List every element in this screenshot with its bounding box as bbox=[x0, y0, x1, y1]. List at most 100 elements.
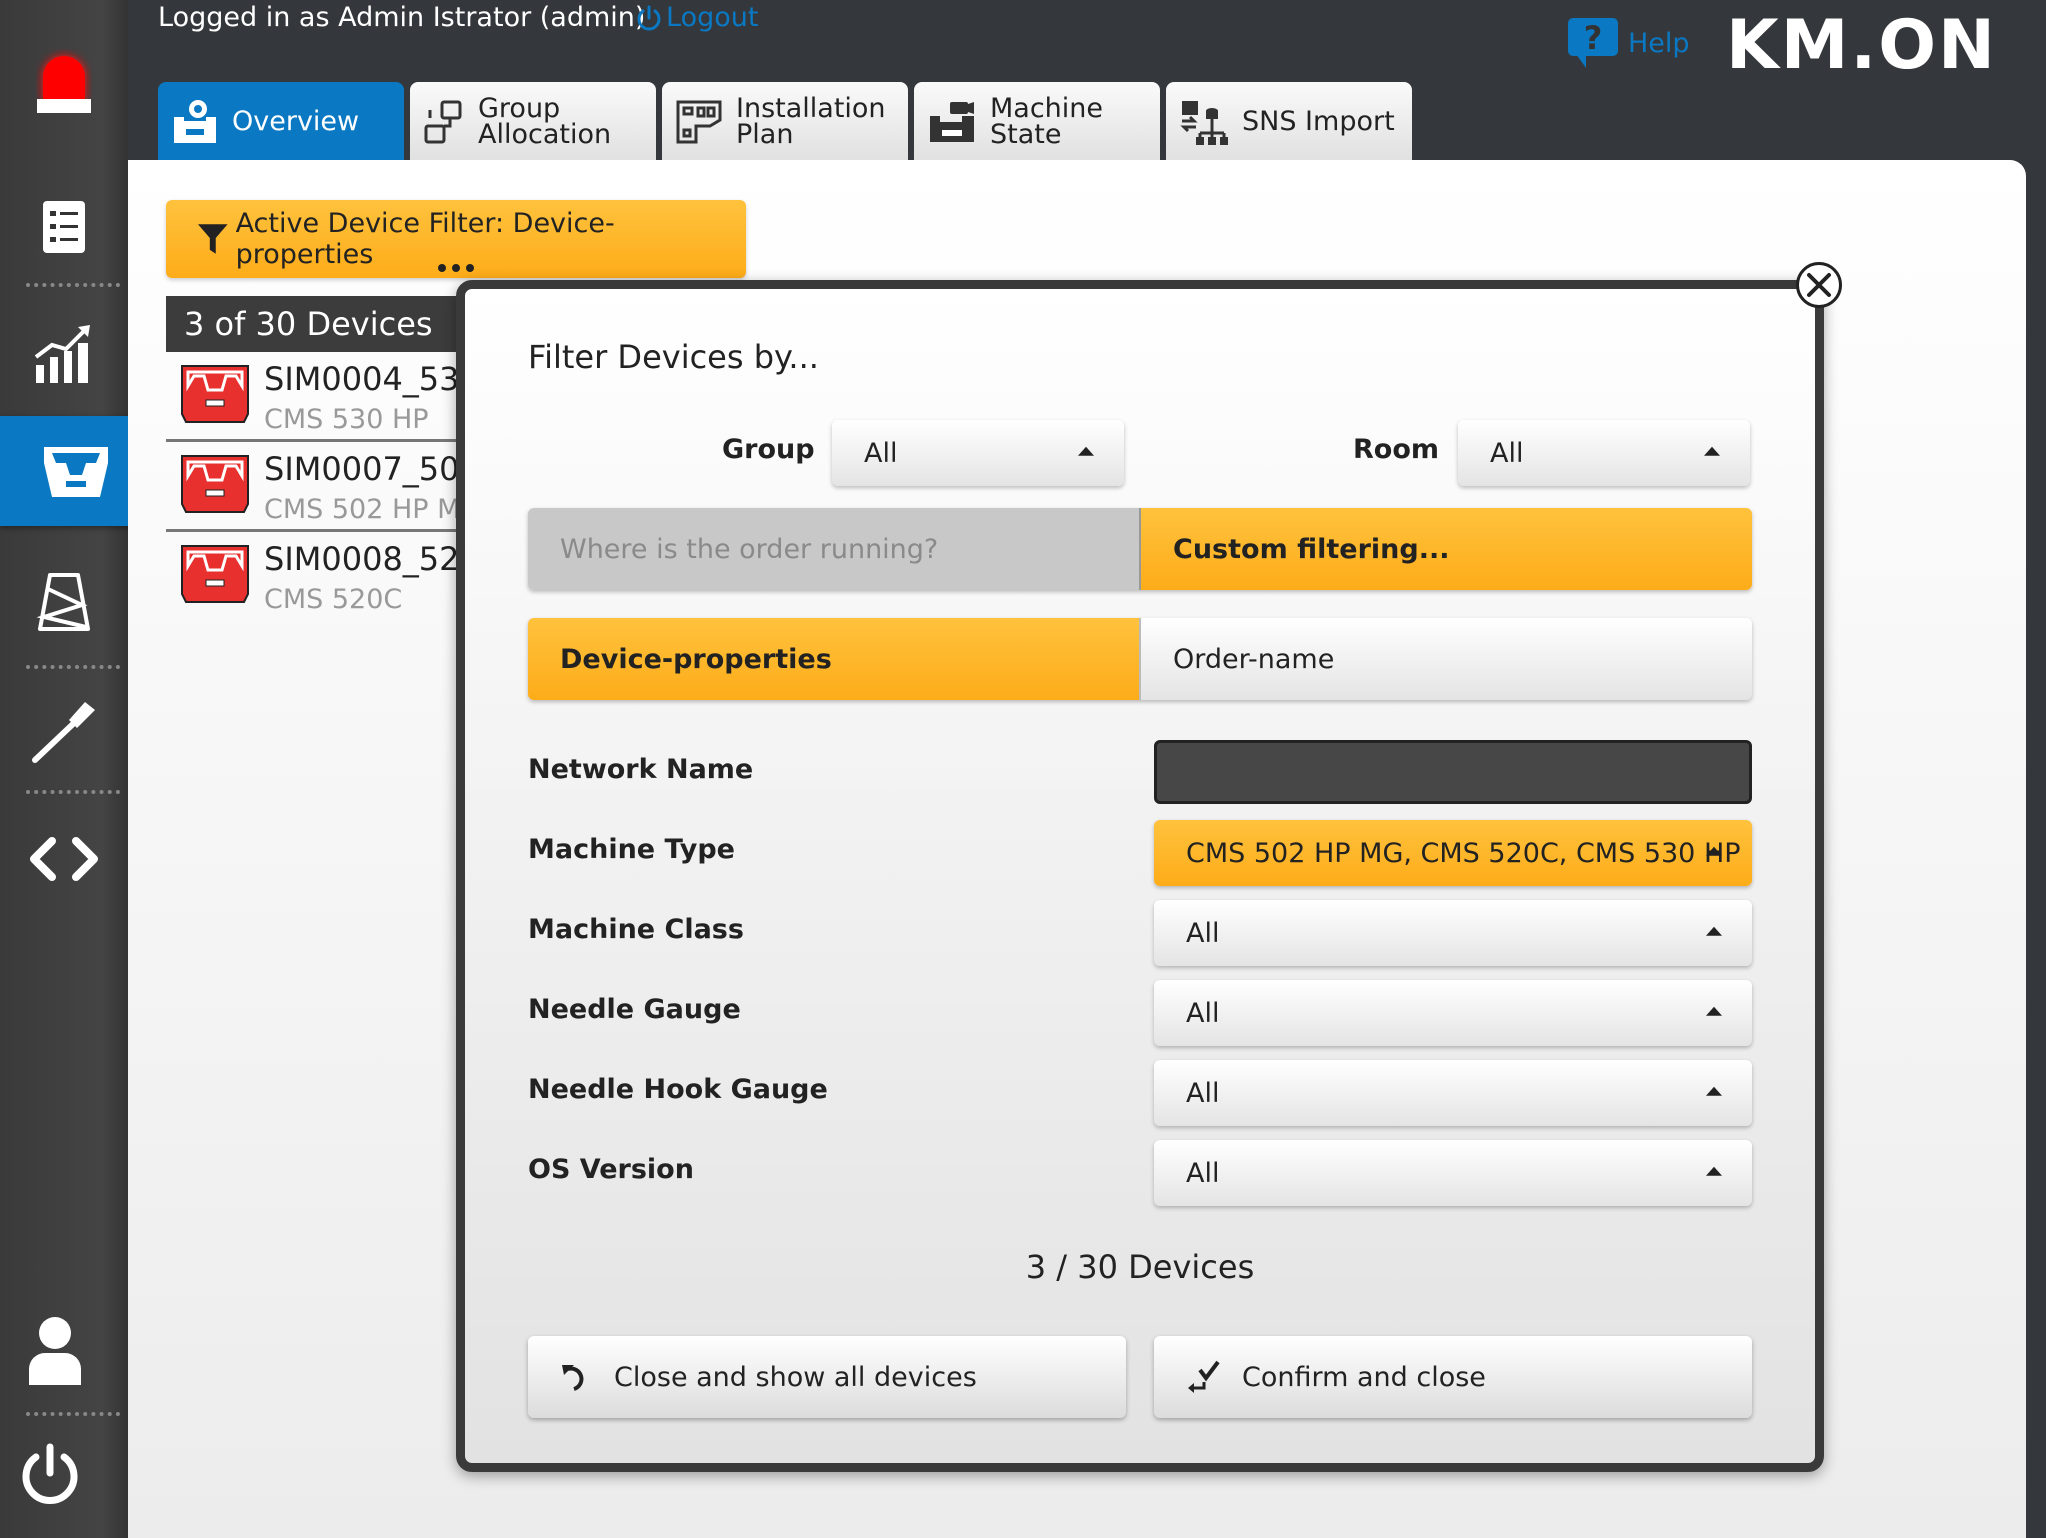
caret-up-icon bbox=[1704, 446, 1720, 456]
list-icon bbox=[43, 201, 85, 253]
device-list-item[interactable]: SIM0008_520 CMS 520C bbox=[166, 532, 496, 622]
confirm-close-label: Confirm and close bbox=[1242, 1361, 1486, 1393]
filter-icon bbox=[197, 224, 228, 254]
machine-class-select[interactable]: All bbox=[1154, 900, 1752, 966]
tab-machine-state[interactable]: Machine State bbox=[914, 82, 1160, 162]
caret-up-icon bbox=[1706, 1086, 1722, 1096]
device-list-item[interactable]: SIM0004_530 CMS 530 HP bbox=[166, 352, 496, 442]
sidebar-divider bbox=[26, 790, 120, 794]
sidebar-item-code[interactable] bbox=[0, 804, 128, 914]
device-count-header: 3 of 30 Devices bbox=[166, 296, 496, 352]
device-name: SIM0004_530 bbox=[264, 360, 480, 398]
machine-class-value: All bbox=[1186, 917, 1220, 949]
room-select-value: All bbox=[1490, 437, 1524, 469]
group-allocation-icon bbox=[424, 100, 462, 144]
needle-hook-gauge-select[interactable]: All bbox=[1154, 1060, 1752, 1126]
screwdriver-icon bbox=[32, 702, 95, 763]
group-select[interactable]: All bbox=[832, 420, 1124, 486]
code-icon bbox=[30, 837, 98, 881]
machine-alert-icon bbox=[181, 365, 249, 423]
close-show-all-button[interactable]: Close and show all devices bbox=[528, 1336, 1126, 1418]
modal-close-button[interactable] bbox=[1796, 262, 1842, 308]
kmon-logo: KM.ON bbox=[1726, 6, 1997, 85]
sidebar-item-yarn[interactable] bbox=[0, 548, 128, 658]
sidebar-divider bbox=[26, 1412, 120, 1416]
login-status: Logged in as Admin Istrator (admin) bbox=[158, 2, 646, 33]
sidebar bbox=[0, 0, 152, 1538]
tab-sns-import[interactable]: SNS Import bbox=[1166, 82, 1412, 162]
filter-type-toggle: Device-properties Order-name bbox=[528, 618, 1752, 700]
confirm-close-button[interactable]: Confirm and close bbox=[1154, 1336, 1752, 1418]
group-select-value: All bbox=[864, 437, 898, 469]
more-dots-icon bbox=[438, 264, 474, 272]
needle-gauge-value: All bbox=[1186, 997, 1220, 1029]
modal-title: Filter Devices by... bbox=[528, 338, 819, 376]
sidebar-item-user[interactable] bbox=[0, 1296, 110, 1406]
tab-label: Installation Plan bbox=[736, 93, 886, 150]
sidebar-item-alarm[interactable] bbox=[0, 30, 128, 140]
tab-label: Overview bbox=[232, 106, 360, 137]
group-label: Group bbox=[722, 434, 815, 465]
machine-class-label: Machine Class bbox=[528, 914, 744, 945]
filter-tab-device-properties[interactable]: Device-properties bbox=[528, 618, 1139, 700]
logout-link[interactable]: Logout bbox=[636, 2, 758, 33]
chart-icon bbox=[34, 325, 90, 383]
sidebar-item-list[interactable] bbox=[0, 172, 128, 282]
tab-installation-plan[interactable]: Installation Plan bbox=[662, 82, 908, 162]
help-link[interactable]: ? Help bbox=[1566, 16, 1690, 70]
caret-up-icon bbox=[1706, 846, 1722, 856]
network-name-input[interactable] bbox=[1154, 740, 1752, 804]
machine-alert-icon bbox=[181, 455, 249, 513]
needle-hook-gauge-value: All bbox=[1186, 1077, 1220, 1109]
device-list-item[interactable]: SIM0007_502 CMS 502 HP MG bbox=[166, 442, 496, 532]
tab-label: SNS Import bbox=[1242, 106, 1395, 137]
sidebar-divider bbox=[26, 665, 120, 669]
filter-mode-toggle: Where is the order running? Custom filte… bbox=[528, 508, 1752, 590]
sidebar-item-tools[interactable] bbox=[0, 676, 128, 786]
machine-type-label: Machine Type bbox=[528, 834, 735, 865]
os-version-label: OS Version bbox=[528, 1154, 694, 1185]
device-name: SIM0008_520 bbox=[264, 540, 480, 578]
sns-import-icon bbox=[1180, 101, 1228, 145]
needle-gauge-label: Needle Gauge bbox=[528, 994, 741, 1025]
caret-up-icon bbox=[1706, 1006, 1722, 1016]
active-filter-button[interactable]: Active Device Filter: Device-properties bbox=[166, 200, 746, 278]
room-label: Room bbox=[1353, 434, 1440, 465]
device-type: CMS 502 HP MG bbox=[264, 494, 482, 525]
device-name: SIM0007_502 bbox=[264, 450, 480, 488]
tab-group-allocation[interactable]: Group Allocation bbox=[410, 82, 656, 162]
help-icon: ? bbox=[1568, 18, 1618, 68]
machine-icon bbox=[44, 447, 108, 497]
user-icon bbox=[29, 1317, 81, 1385]
caret-up-icon bbox=[1078, 446, 1094, 456]
needle-gauge-select[interactable]: All bbox=[1154, 980, 1752, 1046]
confirm-check-icon bbox=[1188, 1360, 1220, 1393]
sidebar-item-statistics[interactable] bbox=[0, 298, 128, 408]
installation-plan-icon bbox=[676, 100, 722, 144]
room-select[interactable]: All bbox=[1458, 420, 1750, 486]
undo-icon bbox=[562, 1365, 584, 1391]
machine-alert-icon bbox=[181, 545, 249, 603]
power-icon bbox=[637, 5, 661, 30]
caret-up-icon bbox=[1706, 1166, 1722, 1176]
filtered-device-count: 3 / 30 Devices bbox=[1025, 1248, 1255, 1286]
yarn-cone-icon bbox=[36, 573, 90, 631]
tab-overview[interactable]: Overview bbox=[158, 82, 404, 162]
caret-up-icon bbox=[1706, 926, 1722, 936]
mode-tab-custom-filtering[interactable]: Custom filtering... bbox=[1139, 508, 1752, 590]
device-type: CMS 530 HP bbox=[264, 404, 429, 435]
mode-tab-order-location[interactable]: Where is the order running? bbox=[528, 508, 1139, 590]
needle-hook-gauge-label: Needle Hook Gauge bbox=[528, 1074, 828, 1105]
tab-label: Machine State bbox=[990, 93, 1104, 150]
active-filter-label: Active Device Filter: Device-properties bbox=[235, 208, 615, 270]
os-version-select[interactable]: All bbox=[1154, 1140, 1752, 1206]
os-version-value: All bbox=[1186, 1157, 1220, 1189]
alarm-light-icon bbox=[37, 54, 91, 113]
machine-type-select[interactable]: CMS 502 HP MG, CMS 520C, CMS 530 HP bbox=[1154, 820, 1752, 886]
power-icon bbox=[22, 1443, 78, 1504]
sidebar-item-power[interactable] bbox=[0, 1420, 100, 1530]
close-icon bbox=[1807, 273, 1831, 297]
overview-icon bbox=[174, 100, 216, 143]
svg-text:?: ? bbox=[1584, 19, 1603, 57]
filter-tab-order-name[interactable]: Order-name bbox=[1139, 618, 1752, 700]
